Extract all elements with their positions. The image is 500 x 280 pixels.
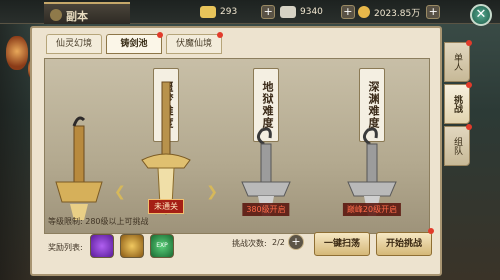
add-challenge-count-button[interactable]: +	[288, 234, 304, 250]
gold-ingot-icon	[200, 6, 216, 18]
resource-value: 293	[220, 7, 238, 17]
selection-arrow-left-icon: ❮	[114, 184, 126, 200]
close-button[interactable]: ✕	[470, 4, 492, 26]
notification-dot	[466, 124, 472, 130]
dungeon-icon	[50, 9, 62, 21]
side-tab-team[interactable]: 组队	[444, 126, 470, 166]
lantern-icon	[6, 36, 28, 70]
sword-icon	[347, 127, 397, 216]
resource-coin: 2023.85万 +	[358, 4, 441, 20]
resource-value: 9340	[300, 7, 323, 17]
reward-label: 奖励列表:	[48, 243, 83, 252]
add-silver-ingot-button[interactable]: +	[340, 5, 355, 19]
coin-icon	[358, 6, 370, 18]
challenge-count-label: 挑战次数:	[232, 239, 267, 248]
exp-orb-icon[interactable]: EXP	[150, 234, 174, 258]
difficulty-status: 未通关	[148, 199, 184, 214]
dungeon-panel: 仙灵幻境 铸剑池 伏魔仙境 ❮ ❯ 噩梦难度 未通关 地狱难度	[30, 26, 442, 276]
add-coin-button[interactable]: +	[426, 5, 441, 19]
dungeon-tabs: 仙灵幻境 铸剑池 伏魔仙境	[46, 32, 223, 54]
window-title-text: 副本	[66, 10, 88, 23]
challenge-count: 2/2	[272, 238, 285, 247]
notification-dot	[466, 40, 472, 46]
difficulty-card-normal[interactable]	[44, 64, 120, 226]
unlock-requirement: 380级开启	[242, 203, 290, 216]
difficulty-card-nightmare[interactable]: ❮ ❯ 噩梦难度 未通关	[114, 64, 218, 226]
purple-gem-icon[interactable]	[90, 234, 114, 258]
silver-ingot-icon	[280, 6, 296, 18]
resource-silver-ingot: 9340 +	[280, 4, 355, 20]
tab-demon-realm[interactable]: 伏魔仙境	[166, 32, 223, 54]
unlock-requirement: 巅峰20级开启	[342, 203, 402, 216]
side-tab-challenge[interactable]: 挑战	[444, 84, 470, 124]
add-gold-ingot-button[interactable]: +	[261, 5, 276, 19]
difficulty-card-hell[interactable]: 地狱难度 380级开启	[228, 64, 304, 226]
side-tab-solo[interactable]: 单人	[444, 42, 470, 82]
start-challenge-button[interactable]: 开始挑战	[376, 232, 432, 256]
tab-fairy-illusion[interactable]: 仙灵幻境	[46, 34, 102, 54]
notification-dot	[217, 32, 223, 38]
resource-value: 2023.85万	[374, 8, 421, 19]
sweep-button[interactable]: 一键扫荡	[314, 232, 370, 256]
level-limit: 等级限制: 280级以上可挑战	[48, 217, 149, 226]
sword-icon	[241, 127, 291, 216]
tab-sword-pool[interactable]: 铸剑池	[106, 32, 163, 54]
notification-dot	[157, 32, 163, 38]
selection-arrow-right-icon: ❯	[206, 184, 218, 200]
gold-coin-stack-icon[interactable]	[120, 234, 144, 258]
resource-gold-ingot: 293 +	[200, 4, 276, 20]
notification-dot	[428, 228, 434, 234]
sword-icon	[55, 116, 103, 220]
top-bar: 副本 293 + 9340 + 2023.85万 + ✕	[0, 0, 500, 26]
difficulty-card-abyss[interactable]: 深渊难度 巅峰20级开启	[334, 64, 410, 226]
notification-dot	[466, 82, 472, 88]
window-title: 副本	[44, 2, 130, 24]
